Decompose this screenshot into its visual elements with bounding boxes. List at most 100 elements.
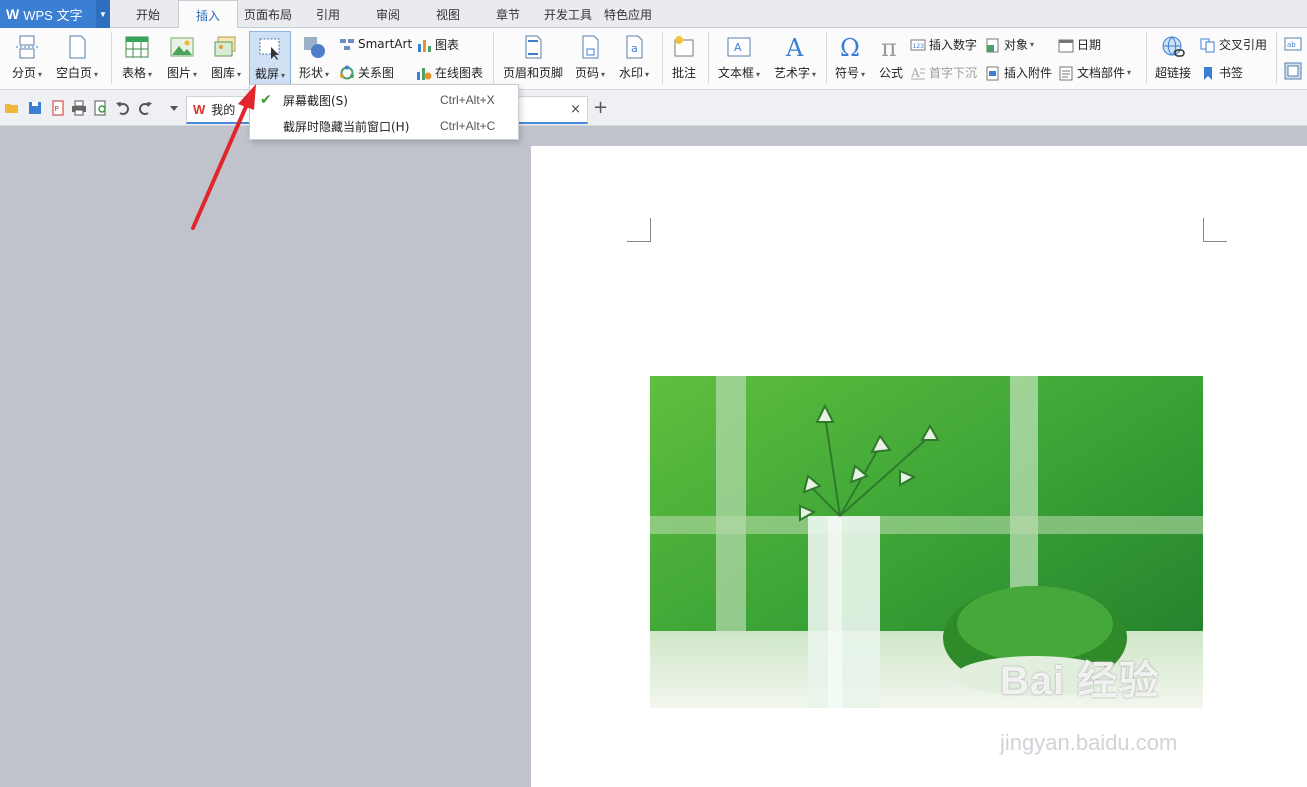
baidu-watermark: Bai 经验 jingyan.baidu.com xyxy=(1000,648,1177,755)
header-footer-label: 页眉和页脚 xyxy=(502,66,563,80)
attachment-icon xyxy=(986,66,999,80)
omega-icon: Ω xyxy=(840,34,860,60)
open-folder-icon[interactable] xyxy=(4,100,20,116)
relation-diagram-button[interactable]: 关系图 xyxy=(339,64,394,81)
svg-text:Ω: Ω xyxy=(840,34,860,60)
page-break-icon xyxy=(16,35,38,59)
smartart-button[interactable]: SmartArt xyxy=(339,36,412,52)
header-footer-button[interactable]: 页眉和页脚 xyxy=(500,28,566,81)
undo-icon[interactable] xyxy=(115,100,131,116)
text-field-icon[interactable]: ab xyxy=(1284,36,1302,52)
cross-reference-button[interactable]: 交叉引用 xyxy=(1200,36,1267,53)
ribbon-tabs: 开始 插入 页面布局 引用 审阅 视图 章节 开发工具 特色应用 xyxy=(118,0,658,29)
picture-button[interactable]: 图片 ▾ xyxy=(162,28,202,81)
bookmark-icon xyxy=(1204,66,1212,80)
blank-page-label: 空白页 xyxy=(55,66,92,80)
document-tab-title: 我的 xyxy=(211,103,236,117)
wordart-label: 艺术字 xyxy=(773,66,810,80)
image-control-icon[interactable] xyxy=(1284,62,1302,80)
comment-button[interactable]: 批注 xyxy=(666,28,702,81)
export-pdf-icon[interactable]: P xyxy=(50,100,66,116)
gallery-button[interactable]: 图库 ▾ xyxy=(206,28,246,81)
table-button[interactable]: 表格 ▾ xyxy=(118,28,156,81)
chart-button[interactable]: 图表 xyxy=(416,36,459,53)
checkmark-icon: ✔ xyxy=(260,92,272,108)
chart-icon xyxy=(418,39,431,52)
online-chart-label: 在线图表 xyxy=(435,66,484,80)
page-number-button[interactable]: 页码 ▾ xyxy=(570,28,610,81)
doc-parts-button[interactable]: 文档部件 ▾ xyxy=(1058,64,1131,81)
watermark-url: jingyan.baidu.com xyxy=(1000,730,1178,755)
page-number-label: 页码 xyxy=(574,66,599,80)
online-chart-icon xyxy=(417,67,432,80)
blank-page-button[interactable]: 空白页 ▾ xyxy=(52,28,102,81)
bookmark-button[interactable]: 书签 xyxy=(1200,64,1243,81)
insert-attachment-label: 插入附件 xyxy=(1004,66,1053,80)
close-icon[interactable]: × xyxy=(570,102,581,117)
svg-text:a: a xyxy=(631,42,638,55)
drop-cap-label: 首字下沉 xyxy=(929,66,978,80)
table-label: 表格 xyxy=(121,66,146,80)
redo-icon[interactable] xyxy=(137,100,153,116)
margin-corner-mark xyxy=(1203,218,1227,242)
tab-view[interactable]: 视图 xyxy=(418,0,478,28)
page-break-button[interactable]: 分页 ▾ xyxy=(8,28,46,81)
separator xyxy=(1146,32,1147,84)
menu-bar: W WPS 文字 ▼ 开始 插入 页面布局 引用 审阅 视图 章节 开发工具 特… xyxy=(0,0,1307,29)
formula-button[interactable]: π 公式 xyxy=(874,28,908,81)
screenshot-label: 截屏 xyxy=(254,67,279,81)
menu-item-hide-window-capture[interactable]: 截屏时隐藏当前窗口(H) Ctrl+Alt+C xyxy=(250,113,518,139)
comment-label: 批注 xyxy=(671,66,696,80)
wps-document-icon: W xyxy=(193,102,206,117)
symbol-button[interactable]: Ω 符号 ▾ xyxy=(831,28,869,81)
tab-developer[interactable]: 开发工具 xyxy=(538,0,598,28)
tab-section[interactable]: 章节 xyxy=(478,0,538,28)
svg-text:P: P xyxy=(55,105,59,113)
textbox-icon: A xyxy=(727,37,751,57)
chart-label: 图表 xyxy=(435,38,460,52)
screenshot-button[interactable]: 截屏 ▾ xyxy=(249,31,291,86)
page-break-label: 分页 xyxy=(11,66,36,80)
menu-item-screen-capture[interactable]: ✔ 屏幕截图(S) Ctrl+Alt+X xyxy=(250,87,518,113)
tab-insert[interactable]: 插入 xyxy=(178,0,238,29)
tab-page-layout[interactable]: 页面布局 xyxy=(238,0,298,28)
object-button[interactable]: 对象 ▾ xyxy=(985,36,1034,53)
relation-diagram-icon xyxy=(340,65,354,79)
save-icon[interactable] xyxy=(27,100,43,116)
chevron-down-icon[interactable] xyxy=(166,100,182,116)
tab-references[interactable]: 引用 xyxy=(298,0,358,28)
menu-item-label: 截屏时隐藏当前窗口(H) xyxy=(283,119,410,134)
new-tab-button[interactable]: + xyxy=(593,97,608,118)
insert-number-label: 插入数字 xyxy=(929,38,978,52)
print-preview-icon[interactable] xyxy=(93,100,109,116)
print-icon[interactable] xyxy=(71,100,87,116)
drop-cap-button[interactable]: A 首字下沉 xyxy=(910,64,977,81)
shapes-button[interactable]: 形状 ▾ xyxy=(295,28,333,81)
tab-home[interactable]: 开始 xyxy=(118,0,178,28)
drop-cap-icon: A xyxy=(910,66,925,80)
svg-text:A: A xyxy=(910,66,920,80)
wordart-button[interactable]: A 艺术字 ▾ xyxy=(770,28,820,81)
menu-item-label: 屏幕截图(S) xyxy=(283,93,348,108)
object-icon xyxy=(986,38,999,52)
bookmark-label: 书签 xyxy=(1219,66,1244,80)
hyperlink-button[interactable]: 超链接 xyxy=(1152,28,1194,81)
tab-special[interactable]: 特色应用 xyxy=(598,0,658,28)
comment-icon xyxy=(674,36,694,57)
wordart-icon: A xyxy=(785,34,804,60)
pi-icon: π xyxy=(881,34,897,60)
app-menu-button[interactable]: W WPS 文字 ▼ xyxy=(0,0,110,28)
chevron-down-icon[interactable]: ▼ xyxy=(96,0,110,28)
date-button[interactable]: 日期 xyxy=(1058,36,1101,53)
globe-link-icon xyxy=(1162,36,1185,57)
quick-access-bar: P W 我的 × xyxy=(0,90,1307,126)
watermark-button[interactable]: a 水印 ▾ xyxy=(614,28,654,81)
textbox-button[interactable]: A 文本框 ▾ xyxy=(714,28,764,81)
gallery-label: 图库 xyxy=(210,66,235,80)
insert-attachment-button[interactable]: 插入附件 xyxy=(985,64,1052,81)
page-number-icon xyxy=(582,35,599,59)
insert-number-button[interactable]: 123 插入数字 xyxy=(910,36,977,53)
separator xyxy=(662,32,663,84)
tab-review[interactable]: 审阅 xyxy=(358,0,418,28)
online-chart-button[interactable]: 在线图表 xyxy=(416,64,483,81)
